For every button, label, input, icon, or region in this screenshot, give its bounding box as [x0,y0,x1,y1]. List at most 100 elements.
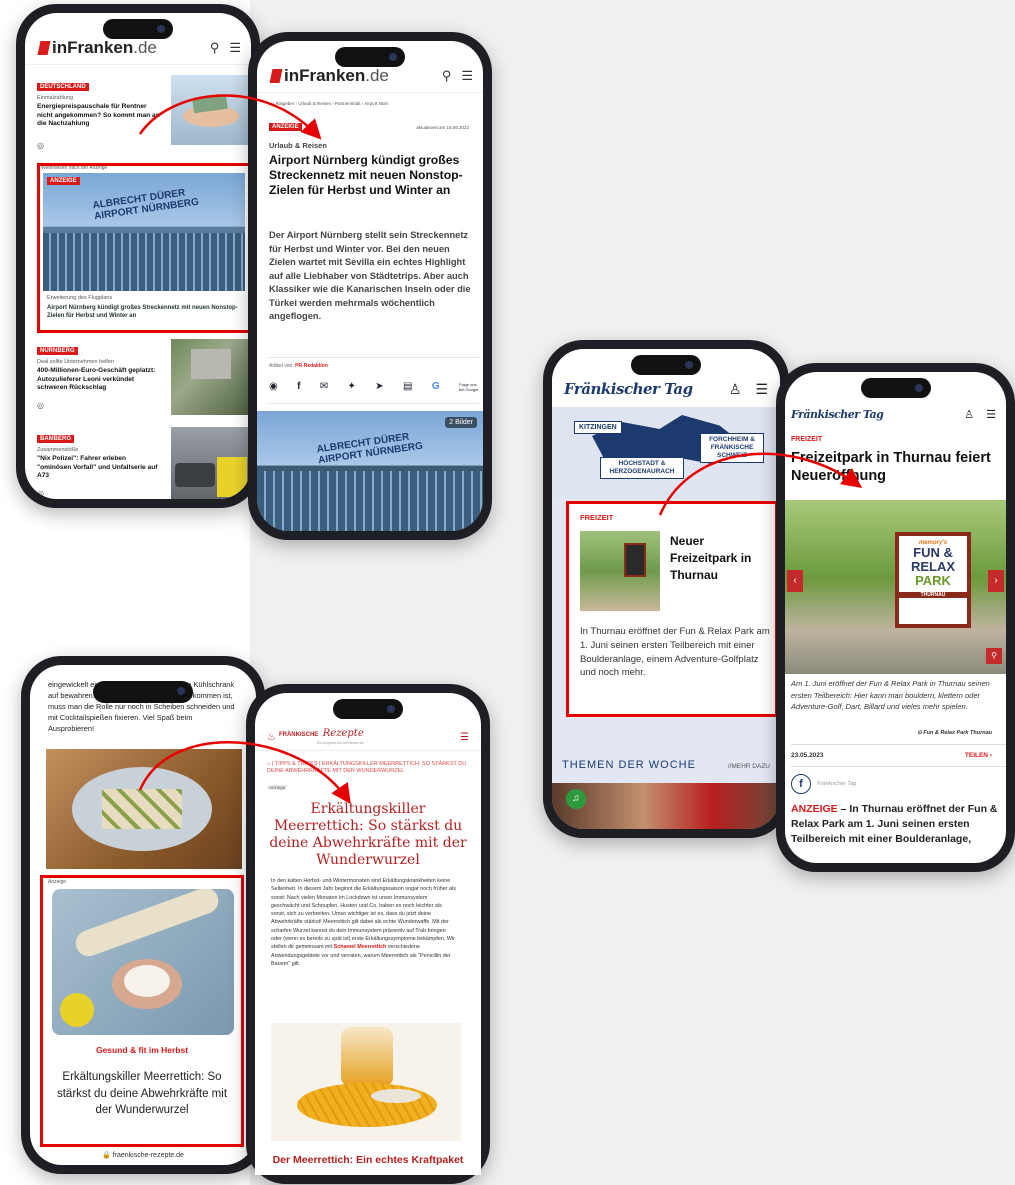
category-label: FREIZEIT [791,436,823,443]
park-sign: memory's FUN & RELAX PARK THURNAU [895,532,971,628]
user-icon[interactable]: ♙ [964,408,974,421]
updated-date: aktualisiert am 18.09.2022 [416,125,469,130]
article-teaser[interactable]: BAMBERG Zusammenstöße "Nix Polizei": Fah… [37,427,251,499]
airport-image: ALBRECHT DÜRER AIRPORT NÜRNBERG ANZEIGE [43,173,245,291]
author-avatar-icon: f [791,774,811,794]
ad-badge: ANZEIGE [269,123,302,131]
teaser-kicker: Erweiterung des Flugplans [47,295,113,301]
brand-link[interactable]: Schamel Meerrettich [334,944,387,950]
menu-icon[interactable]: ☰ [460,732,469,743]
notification-bell-icon[interactable]: ♫ [566,789,586,809]
search-icon[interactable]: ⚲ [210,40,220,56]
author-name[interactable]: Fränkischer Tag [817,781,856,787]
article-title: "Nix Polizei": Fahrer erleben "ominösen … [37,455,158,479]
comment-icon[interactable]: ▤ [403,381,412,392]
breadcrumb[interactable]: ⌂ › Ratgeber › Urlaub & Reisen › Partner… [269,101,389,106]
mehr-dazu-link[interactable]: //MEHR DAZU [728,763,770,770]
phone-fraenkischer-tag-article: Fränkischer Tag ♙ ☰ FREIZEIT Freizeitpar… [776,363,1015,872]
article-title: Airport Nürnberg kündigt großes Strecken… [269,153,463,197]
category-badge: BAMBERG [37,435,74,443]
share-bar: ◉ f ✉ ✦ ➤ ▤ G Folge uns bei Google [269,381,481,392]
dynamic-island [103,19,173,39]
ad-badge: ANZEIGE [47,177,80,185]
mail-icon[interactable]: ✉ [320,381,328,392]
teaser-title: Neuer Freizeitpark in Thurnau [670,534,752,582]
ad-label: Anzeige [48,879,67,885]
sponsored-teaser-highlight[interactable]: ALBRECHT DÜRER AIRPORT NÜRNBERG ANZEIGE … [37,163,251,333]
article-kicker: Zusammenstöße [37,447,79,453]
article-lead: ANZEIGE – In Thurnau eröffnet der Fun & … [791,803,998,845]
whatsapp-icon[interactable]: ◉ [269,381,278,392]
zoom-icon[interactable]: ⚲ [986,648,1002,664]
category-badge: NÜRNBERG [37,347,78,355]
phone-infranken-article: inFranken .de ⚲ ☰ ⌂ › Ratgeber › Urlaub &… [248,32,492,540]
dynamic-island [860,378,931,398]
article-teaser[interactable]: DEUTSCHLAND Einmalzahlung Energiepreispa… [37,75,251,161]
people-image: ♫ [552,783,780,829]
url-bar[interactable]: 🔒 fraenkische-rezepte.de [30,1151,256,1159]
gallery-count: 2 Bilder [445,417,477,428]
honey-image [271,1023,461,1141]
twitter-icon[interactable]: ✦ [348,381,356,392]
dynamic-island [333,699,403,719]
fraenkische-rezepte-logo[interactable]: FRÄNKISCHE Rezepte Ein Angebot von inFra… [279,728,364,747]
facebook-icon[interactable]: f [297,381,300,392]
dynamic-island [335,47,405,67]
infranken-logo[interactable]: inFranken .de [37,38,157,58]
article-teaser[interactable]: NÜRNBERG Deal sollte Unternehmen helfen … [37,339,251,419]
police-car-image [171,427,251,499]
article-body: In den kalten Herbst- und Wintermonaten … [271,878,456,967]
ad-label: Anzeige [267,785,288,790]
phone-screen: inFranken .de ⚲ ☰ DEUTSCHLAND Einmalzahlu… [25,13,251,499]
category-label: FREIZEIT [580,513,614,522]
phone-infranken-recipe-article: eingewickelt eine Stunde lang fest schon… [21,656,265,1174]
menu-icon[interactable]: ☰ [461,68,473,84]
phone-infranken-home: inFranken .de ⚲ ☰ DEUTSCHLAND Einmalzahlu… [16,4,260,508]
menu-icon[interactable]: ☰ [755,381,768,398]
region-kitzingen[interactable]: KITZINGEN [574,421,622,434]
article-title: 400-Millionen-Euro-Geschäft geplatzt: Au… [37,367,156,391]
wraps-image [46,749,242,869]
park-thumbnail [580,531,660,611]
teaser-title: Airport Nürnberg kündigt großes Strecken… [47,305,238,319]
share-button[interactable]: TEILEN ‹ [965,752,992,759]
gallery-image[interactable]: ALBRECHT DÜRER AIRPORT NÜRNBERG 2 Bilder [257,411,483,531]
article-kicker: Urlaub & Reisen [269,141,327,150]
park-image[interactable]: memory's FUN & RELAX PARK THURNAU ‹ › ⚲ [785,500,1006,674]
comment-icon: ◎ [37,140,44,150]
breadcrumb[interactable]: ⌂ | TIPPS & TRICKS | ERKÄLTUNGSKILLER ME… [267,761,467,774]
prev-arrow-icon[interactable]: ‹ [787,570,803,592]
user-icon[interactable]: ♙ [729,381,742,398]
fraenkischer-tag-logo[interactable]: Fränkischer Tag [791,408,884,421]
chef-hat-icon: ♨ [267,732,276,743]
comment-icon: ◎ [37,488,44,498]
google-icon[interactable]: G [432,381,440,392]
site-header: ♨ FRÄNKISCHE Rezepte Ein Angebot von inF… [255,725,481,751]
fraenkischer-tag-logo[interactable]: Fränkischer Tag [564,380,693,398]
author-row: f Fränkischer Tag [791,774,856,794]
article-lead: Der Airport Nürnberg stellt sein Strecke… [269,230,471,321]
sponsored-teaser-highlight[interactable]: Anzeige Gesund & fit im Herbst Erkältung… [40,875,244,1147]
phone-screen: eingewickelt eine Stunde lang fest schon… [30,665,256,1165]
horseradish-image [52,889,234,1035]
teaser-kicker: Gesund & fit im Herbst [95,1045,189,1055]
phone-screen: ♨ FRÄNKISCHE Rezepte Ein Angebot von inF… [255,693,481,1175]
factory-aerial-image [171,339,251,415]
region-map[interactable]: KITZINGEN FORCHHEIM & FRÄNKISCHE SCHWEIZ… [552,407,780,499]
menu-icon[interactable]: ☰ [986,408,996,421]
author-link[interactable]: PR-Redaktion [295,363,328,369]
google-follow-label: Folge uns bei Google [459,381,479,392]
region-forchheim[interactable]: FORCHHEIM & FRÄNKISCHE SCHWEIZ [700,433,764,463]
article-subhead: Der Meerrettich: Ein echtes Kraftpaket [272,1154,464,1166]
telegram-icon[interactable]: ➤ [375,381,383,392]
comment-icon: ◎ [37,400,44,410]
article-title: Freizeitpark in Thurnau feiert Neueröffn… [791,450,991,484]
region-hoechstadt[interactable]: HÖCHSTADT & HERZOGENAURACH [600,457,684,479]
infranken-logo[interactable]: inFranken .de [269,66,389,86]
menu-icon[interactable]: ☰ [229,40,241,56]
next-arrow-icon[interactable]: › [988,570,1004,592]
dynamic-island [631,355,701,375]
search-icon[interactable]: ⚲ [442,68,452,84]
image-caption: Am 1. Juni eröffnet der Fun & Relax Park… [791,679,990,711]
sponsored-teaser-highlight[interactable]: FREIZEIT Neuer Freizeitpark in Thurnau I… [566,501,778,717]
